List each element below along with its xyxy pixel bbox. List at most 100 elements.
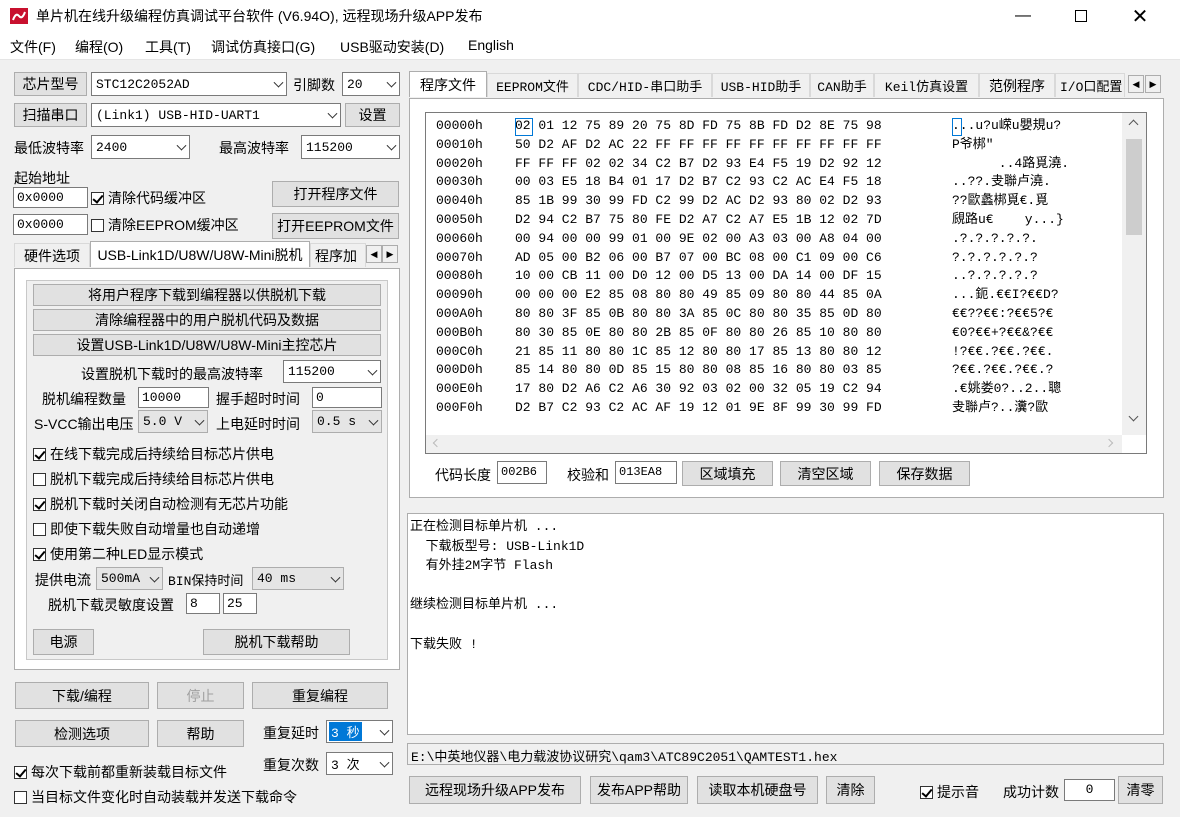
maximize-icon[interactable] <box>1058 0 1104 32</box>
scroll-left-icon[interactable]: ◀ <box>366 245 382 263</box>
power-delay-select[interactable]: 0.5 s <box>312 410 382 433</box>
power-button[interactable]: 电源 <box>33 629 94 655</box>
offline-help-button[interactable]: 脱机下载帮助 <box>203 629 350 655</box>
open-program-file-button[interactable]: 打开程序文件 <box>272 181 399 207</box>
chevron-down-icon <box>379 757 390 768</box>
set-master-chip-button[interactable]: 设置USB-Link1D/U8W/U8W-Mini主控芯片 <box>33 334 381 356</box>
tab-io-config[interactable]: I/O口配置 <box>1055 73 1125 97</box>
checkbox-box[interactable] <box>33 547 46 561</box>
option-checkbox-5[interactable]: 使用第二种LED显示模式 <box>33 544 203 564</box>
scroll-up-icon[interactable] <box>1128 119 1139 130</box>
eeprom-address-input[interactable]: 0x0000 <box>13 214 88 235</box>
checkbox-box[interactable] <box>33 472 46 486</box>
sensitivity-b-input[interactable]: 25 <box>223 593 257 614</box>
option-checkbox-1[interactable]: 在线下载完成后持续给目标芯片供电 <box>33 444 274 464</box>
menu-english[interactable]: English <box>468 37 514 53</box>
tab-examples[interactable]: 范例程序 <box>979 73 1055 97</box>
tab-eeprom-file[interactable]: EEPROM文件 <box>487 73 578 97</box>
scan-port-button[interactable]: 扫描串口 <box>14 103 87 127</box>
option-checkbox-4[interactable]: 即使下载失败自动增量也自动递增 <box>33 519 260 539</box>
auto-load-send-checkbox[interactable]: 当目标文件变化时自动装载并发送下载命令 <box>14 787 297 807</box>
open-eeprom-file-button[interactable]: 打开EEPROM文件 <box>272 213 399 239</box>
tab-hardware-options[interactable]: 硬件选项 <box>14 243 90 267</box>
svcc-select[interactable]: 5.0 V <box>138 410 208 433</box>
repeat-delay-select[interactable]: 3 秒 <box>326 720 393 743</box>
tab-can-assistant[interactable]: CAN助手 <box>810 73 874 97</box>
bin-hold-select[interactable]: 40 ms <box>252 567 344 590</box>
option-checkbox-3[interactable]: 脱机下载时关闭自动检测有无芯片功能 <box>33 494 288 514</box>
menu-tools[interactable]: 工具(T) <box>145 37 191 57</box>
tab-serial-assistant[interactable]: CDC/HID-串口助手 <box>578 73 712 97</box>
remote-publish-button[interactable]: 远程现场升级APP发布 <box>409 776 581 804</box>
menu-file[interactable]: 文件(F) <box>10 37 56 57</box>
offline-count-label: 脱机编程数量 <box>42 391 126 407</box>
option-checkbox-2[interactable]: 脱机下载完成后持续给目标芯片供电 <box>33 469 274 489</box>
min-baud-select[interactable]: 2400 <box>91 135 190 159</box>
checkbox-box[interactable] <box>33 447 46 461</box>
vertical-scrollbar[interactable] <box>1122 113 1146 435</box>
checkbox-box[interactable] <box>33 497 46 511</box>
help-button[interactable]: 帮助 <box>157 720 244 747</box>
checkbox-box[interactable] <box>920 785 933 799</box>
tab-offline[interactable]: USB-Link1D/U8W/U8W-Mini脱机 <box>90 241 310 267</box>
supply-current-select[interactable]: 500mA <box>96 567 163 590</box>
max-baud-select[interactable]: 115200 <box>301 135 400 159</box>
scroll-thumb[interactable] <box>1126 139 1142 235</box>
log-line: 继续检测目标单片机 ... <box>410 597 559 613</box>
tab-program-file[interactable]: 程序文件 <box>409 71 487 97</box>
clear-code-checkbox[interactable]: 清除代码缓冲区 <box>91 188 206 208</box>
tab-program-encrypt[interactable]: 程序加 <box>310 243 366 267</box>
minimize-icon[interactable]: — <box>1000 0 1046 32</box>
option-label-3: 脱机下载时关闭自动检测有无芯片功能 <box>50 496 288 512</box>
menu-program[interactable]: 编程(O) <box>75 37 123 57</box>
scroll-down-icon[interactable] <box>1128 411 1139 422</box>
hex-bytes: 10 00 CB 11 00 D0 12 00 D5 13 00 DA 14 0… <box>515 268 882 284</box>
clear-region-button[interactable]: 清空区域 <box>780 461 871 486</box>
checkbox-box[interactable] <box>33 522 46 536</box>
pins-select[interactable]: 20 <box>342 72 400 96</box>
chip-model-button[interactable]: 芯片型号 <box>14 72 87 96</box>
handshake-timeout-input[interactable]: 0 <box>312 387 382 408</box>
clear-offline-code-button[interactable]: 清除编程器中的用户脱机代码及数据 <box>33 309 381 331</box>
checkbox-box[interactable] <box>91 191 104 205</box>
checkbox-box[interactable] <box>14 765 27 779</box>
tab-keil-settings[interactable]: Keil仿真设置 <box>874 73 979 97</box>
port-select[interactable]: (Link1) USB-HID-UART1 <box>91 103 341 127</box>
tab-usb-hid-assistant[interactable]: USB-HID助手 <box>712 73 810 97</box>
stop-button[interactable]: 停止 <box>157 682 244 709</box>
repeat-count-select[interactable]: 3 次 <box>326 752 393 775</box>
scroll-right-icon[interactable]: ▶ <box>1145 75 1161 93</box>
scroll-right-icon[interactable]: ▶ <box>382 245 398 263</box>
hex-viewer[interactable]: 00000h 00010h 00020h 00030h 00040h 00050h 0006… <box>425 112 1147 454</box>
log-lines: 正在检测目标单片机 ... 下载板型号: USB-Link1D 有外挂2M字节 … <box>410 517 584 654</box>
scroll-right-icon[interactable] <box>1104 438 1114 448</box>
port-settings-button[interactable]: 设置 <box>345 103 400 127</box>
checkbox-box[interactable] <box>91 218 104 232</box>
detect-options-button[interactable]: 检测选项 <box>15 720 149 747</box>
clear-log-button[interactable]: 清除 <box>826 776 875 804</box>
read-disk-id-button[interactable]: 读取本机硬盘号 <box>697 776 818 804</box>
log-output[interactable]: 正在检测目标单片机 ... 下载板型号: USB-Link1D 有外挂2M字节 … <box>407 513 1164 735</box>
checkbox-box[interactable] <box>14 790 27 804</box>
fill-region-button[interactable]: 区域填充 <box>682 461 773 486</box>
scroll-left-icon[interactable]: ◀ <box>1128 75 1144 93</box>
menu-usb-driver[interactable]: USB驱动安装(D) <box>340 37 444 57</box>
menu-debug[interactable]: 调试仿真接口(G) <box>211 37 315 57</box>
close-icon[interactable]: ✕ <box>1117 0 1163 32</box>
sensitivity-a-input[interactable]: 8 <box>186 593 220 614</box>
scroll-left-icon[interactable] <box>432 438 442 448</box>
offline-count-input[interactable]: 10000 <box>138 387 209 408</box>
horizontal-scrollbar[interactable] <box>426 435 1122 453</box>
reset-count-button[interactable]: 清零 <box>1118 776 1163 804</box>
download-program-button[interactable]: 下载/编程 <box>15 682 149 709</box>
reload-before-download-checkbox[interactable]: 每次下载前都重新装载目标文件 <box>14 762 227 782</box>
offline-baud-select[interactable]: 115200 <box>283 360 381 383</box>
publish-help-button[interactable]: 发布APP帮助 <box>590 776 688 804</box>
repeat-program-button[interactable]: 重复编程 <box>252 682 388 709</box>
chip-model-select[interactable]: STC12C2052AD <box>91 72 287 96</box>
sound-checkbox[interactable]: 提示音 <box>920 782 979 802</box>
download-to-programmer-button[interactable]: 将用户程序下载到编程器以供脱机下载 <box>33 284 381 306</box>
save-data-button[interactable]: 保存数据 <box>879 461 970 486</box>
clear-eeprom-checkbox[interactable]: 清除EEPROM缓冲区 <box>91 215 239 235</box>
code-address-input[interactable]: 0x0000 <box>13 187 88 208</box>
